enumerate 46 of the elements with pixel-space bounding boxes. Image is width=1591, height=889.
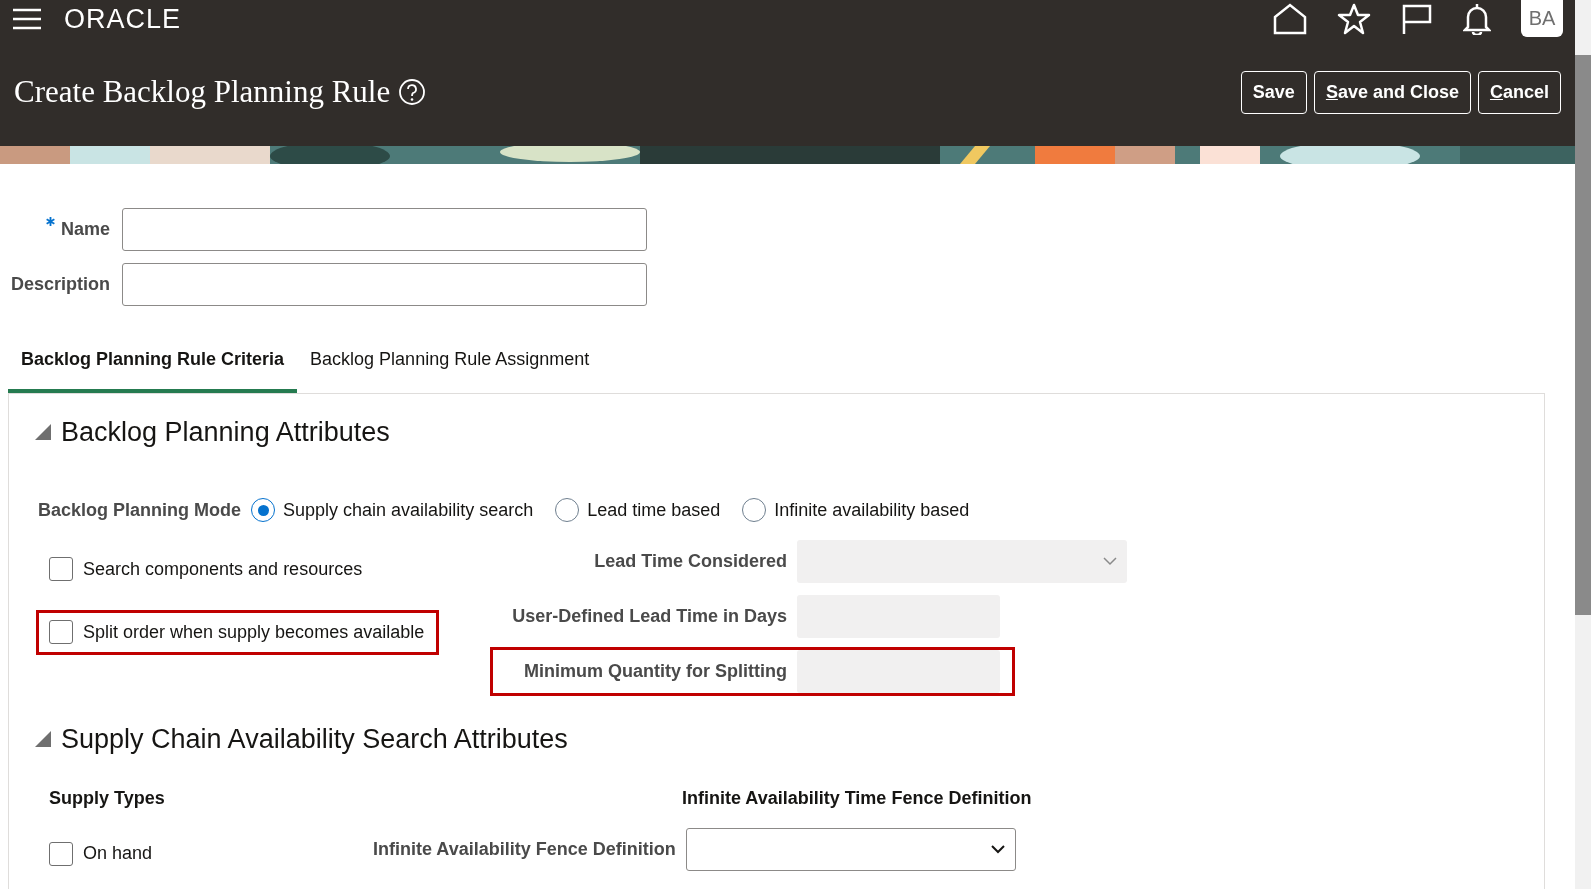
radio-label: Infinite availability based: [774, 498, 970, 522]
section-heading: Backlog Planning Attributes: [61, 416, 390, 449]
star-icon[interactable]: [1337, 3, 1371, 35]
field-label: Name: [60, 218, 110, 241]
checkbox[interactable]: [49, 841, 73, 866]
field-label: Minimum Quantity for Splitting: [523, 659, 787, 683]
user-avatar[interactable]: BA: [1521, 0, 1563, 37]
radio-button[interactable]: [251, 498, 276, 522]
fence-definition-select[interactable]: [685, 828, 1016, 871]
radio-button[interactable]: [555, 498, 580, 522]
checkbox[interactable]: [49, 557, 73, 581]
required-icon: [45, 217, 55, 226]
tab[interactable]: Backlog Planning Rule Criteria: [8, 334, 298, 393]
help-icon[interactable]: [398, 78, 427, 106]
home-icon[interactable]: [1273, 3, 1307, 35]
field-label: User-Defined Lead Time in Days: [511, 604, 787, 628]
header-button[interactable]: Save: [1240, 70, 1307, 114]
page-title: Create Backlog Planning Rule: [14, 72, 391, 111]
checkbox-label: Split order when supply becomes available: [83, 620, 425, 644]
group-heading: Infinite Availability Time Fence Definition: [682, 787, 1032, 810]
collapse-icon[interactable]: [35, 730, 51, 747]
checkbox[interactable]: [49, 620, 73, 644]
chevron-down-icon: [1103, 556, 1117, 566]
header-button[interactable]: Save and Close: [1313, 70, 1471, 114]
flag-icon[interactable]: [1401, 3, 1433, 35]
field-label: Lead Time Considered: [593, 549, 787, 573]
header-button[interactable]: Cancel: [1477, 70, 1561, 114]
collapse-icon[interactable]: [35, 424, 51, 441]
menu-icon[interactable]: [12, 7, 42, 31]
logo[interactable]: ORACLE: [64, 0, 182, 40]
scrollbar-thumb[interactable]: [1575, 55, 1591, 615]
checkbox-label: On hand: [83, 842, 153, 865]
chevron-down-icon: [990, 845, 1005, 854]
bell-icon[interactable]: [1463, 3, 1491, 35]
checkbox-label: Search components and resources: [83, 557, 363, 581]
text-field[interactable]: [122, 208, 647, 251]
text-field[interactable]: [122, 263, 647, 306]
field-label: Infinite Availability Fence Definition: [373, 838, 676, 861]
tab[interactable]: Backlog Planning Rule Assignment: [297, 334, 603, 393]
field-label: Backlog Planning Mode: [38, 498, 242, 522]
field-label: Description: [10, 273, 110, 296]
group-heading: Supply Types: [49, 787, 166, 810]
section-heading: Supply Chain Availability Search Attributes: [61, 722, 568, 756]
radio-label: Lead time based: [587, 498, 721, 522]
radio-label: Supply chain availability search: [283, 498, 534, 522]
radio-button[interactable]: [742, 498, 767, 522]
